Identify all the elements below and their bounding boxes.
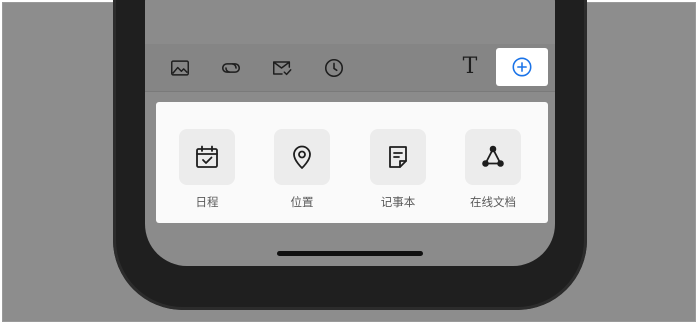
location-pin-icon bbox=[293, 145, 311, 169]
plus-circle-icon bbox=[512, 57, 532, 77]
mail-check-icon[interactable] bbox=[270, 56, 294, 80]
insert-item-label: 记事本 bbox=[380, 195, 416, 209]
insert-item-location[interactable]: 位置 bbox=[267, 129, 337, 213]
add-attachment-button[interactable] bbox=[496, 48, 548, 86]
compose-toolbar bbox=[145, 44, 555, 92]
home-indicator[interactable] bbox=[277, 251, 423, 256]
insert-tile bbox=[274, 129, 330, 185]
text-format-button[interactable]: T bbox=[458, 54, 482, 80]
share-nodes-icon bbox=[482, 145, 504, 167]
clock-icon[interactable] bbox=[322, 56, 346, 80]
insert-item-notepad[interactable]: 记事本 bbox=[363, 129, 433, 213]
insert-tile bbox=[370, 129, 426, 185]
insert-panel: 日程 位置 记事本 在线文档 bbox=[156, 102, 548, 223]
insert-tile bbox=[465, 129, 521, 185]
link-icon[interactable] bbox=[219, 56, 243, 80]
image-icon[interactable] bbox=[168, 56, 192, 80]
calendar-check-icon bbox=[196, 145, 218, 168]
insert-item-label: 位置 bbox=[290, 195, 314, 209]
notepad-icon bbox=[389, 146, 407, 168]
insert-item-label: 日程 bbox=[195, 195, 219, 209]
insert-item-label: 在线文档 bbox=[470, 195, 516, 209]
insert-item-online-doc[interactable]: 在线文档 bbox=[458, 129, 528, 213]
insert-tile bbox=[179, 129, 235, 185]
insert-item-schedule[interactable]: 日程 bbox=[172, 129, 242, 213]
